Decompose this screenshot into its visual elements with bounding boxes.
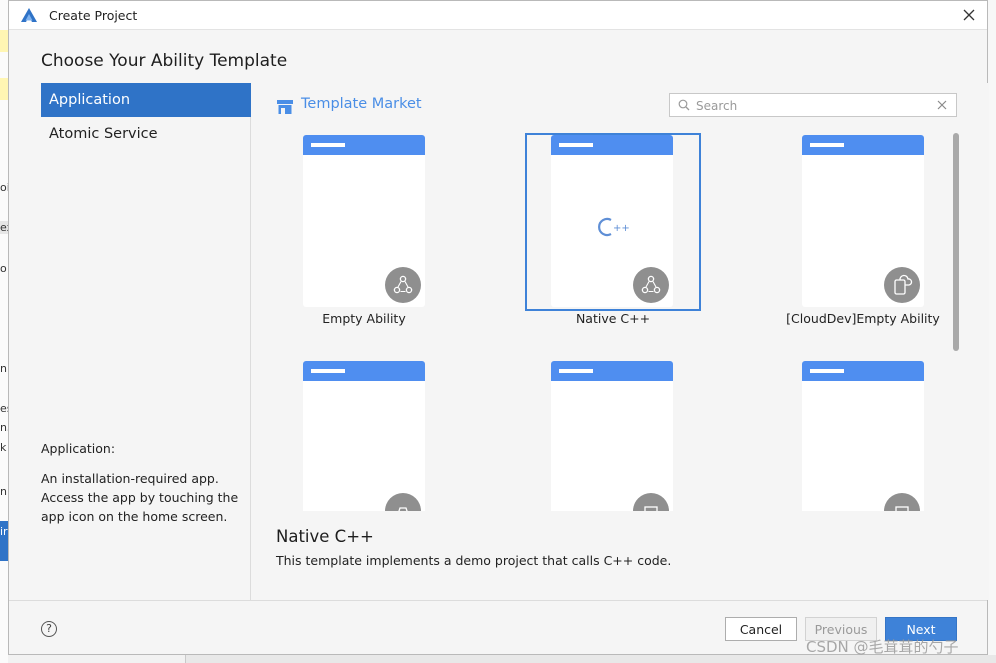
preview-header bbox=[802, 361, 924, 381]
template-card[interactable] bbox=[277, 359, 453, 511]
background-ide-left-edge: oi ex o n es n5 k n ir bbox=[0, 0, 8, 663]
deveco-logo-icon bbox=[21, 8, 37, 22]
ability-nodes-icon bbox=[385, 267, 421, 303]
svg-text:++: ++ bbox=[613, 223, 630, 234]
preview-header-bar bbox=[559, 369, 593, 373]
category-description-title: Application: bbox=[41, 441, 116, 456]
selected-template-description: This template implements a demo project … bbox=[276, 553, 672, 568]
template-grid: Empty Ability ++ Native C++ [CloudDev]Em… bbox=[251, 123, 951, 511]
template-grid-scrollbar[interactable] bbox=[953, 133, 959, 351]
create-project-dialog: Create Project Choose Your Ability Templ… bbox=[8, 0, 989, 655]
cancel-button[interactable]: Cancel bbox=[725, 617, 797, 641]
preview-header bbox=[551, 361, 673, 381]
sidebar-item-atomic-service[interactable]: Atomic Service bbox=[41, 117, 251, 151]
preview-header bbox=[551, 135, 673, 155]
template-preview bbox=[802, 135, 924, 307]
title-bar: Create Project bbox=[9, 1, 987, 30]
preview-header bbox=[303, 361, 425, 381]
template-card-native-cpp[interactable]: ++ bbox=[525, 133, 701, 311]
page-title: Choose Your Ability Template bbox=[41, 51, 288, 71]
background-blue-block: ir bbox=[0, 521, 8, 561]
help-icon[interactable]: ? bbox=[41, 621, 57, 637]
template-preview bbox=[551, 361, 673, 511]
background-ide-right-edge bbox=[988, 0, 996, 663]
template-label: Native C++ bbox=[575, 311, 651, 326]
watermark-text: CSDN @毛茸茸的勺子 bbox=[806, 638, 959, 656]
template-preview bbox=[303, 361, 425, 511]
template-label: [CloudDev]Empty Ability bbox=[786, 311, 940, 326]
background-text: ex bbox=[0, 221, 8, 234]
template-label: Empty Ability bbox=[322, 311, 406, 326]
background-highlight bbox=[0, 78, 8, 100]
template-card-clouddev-empty-ability[interactable] bbox=[776, 133, 951, 311]
template-category-sidebar: Application Atomic Service Application: … bbox=[41, 83, 251, 600]
cloud-dev-icon bbox=[884, 267, 920, 303]
store-icon[interactable] bbox=[277, 100, 293, 114]
background-text: es bbox=[0, 402, 8, 415]
clear-search-icon[interactable] bbox=[936, 99, 948, 111]
category-description: An installation-required app. Access the… bbox=[41, 471, 239, 524]
background-text: k bbox=[0, 441, 7, 454]
template-panel: Template Market Empty Ability bbox=[251, 83, 989, 600]
search-box bbox=[669, 93, 957, 117]
preview-header-bar bbox=[810, 369, 844, 373]
template-card[interactable] bbox=[776, 359, 951, 511]
background-highlight bbox=[0, 30, 8, 52]
preview-header-bar bbox=[311, 369, 345, 373]
close-icon[interactable] bbox=[959, 5, 979, 25]
window-title: Create Project bbox=[49, 8, 138, 23]
selected-template-title: Native C++ bbox=[276, 527, 374, 546]
ability-icon bbox=[385, 493, 421, 511]
cpp-icon: ++ bbox=[598, 217, 630, 237]
ability-icon bbox=[633, 493, 669, 511]
search-input[interactable] bbox=[694, 96, 928, 116]
background-text: oi bbox=[0, 181, 8, 194]
background-text: n bbox=[0, 485, 7, 498]
template-preview: ++ bbox=[551, 135, 673, 307]
ability-icon bbox=[884, 493, 920, 511]
background-text: ir bbox=[0, 525, 8, 538]
preview-header bbox=[303, 135, 425, 155]
preview-header-bar bbox=[559, 143, 593, 147]
template-card[interactable] bbox=[525, 359, 701, 511]
preview-header-bar bbox=[311, 143, 345, 147]
sidebar-item-application[interactable]: Application bbox=[41, 83, 251, 117]
background-text: o bbox=[0, 262, 7, 275]
background-text: n5 bbox=[0, 421, 8, 434]
preview-header-bar bbox=[810, 143, 844, 147]
search-icon bbox=[678, 99, 690, 111]
preview-header bbox=[802, 135, 924, 155]
ability-nodes-icon bbox=[633, 267, 669, 303]
background-text: n bbox=[0, 362, 7, 375]
template-market-link[interactable]: Template Market bbox=[301, 96, 422, 112]
template-preview bbox=[802, 361, 924, 511]
template-preview bbox=[303, 135, 425, 307]
template-card-empty-ability[interactable] bbox=[277, 133, 453, 311]
